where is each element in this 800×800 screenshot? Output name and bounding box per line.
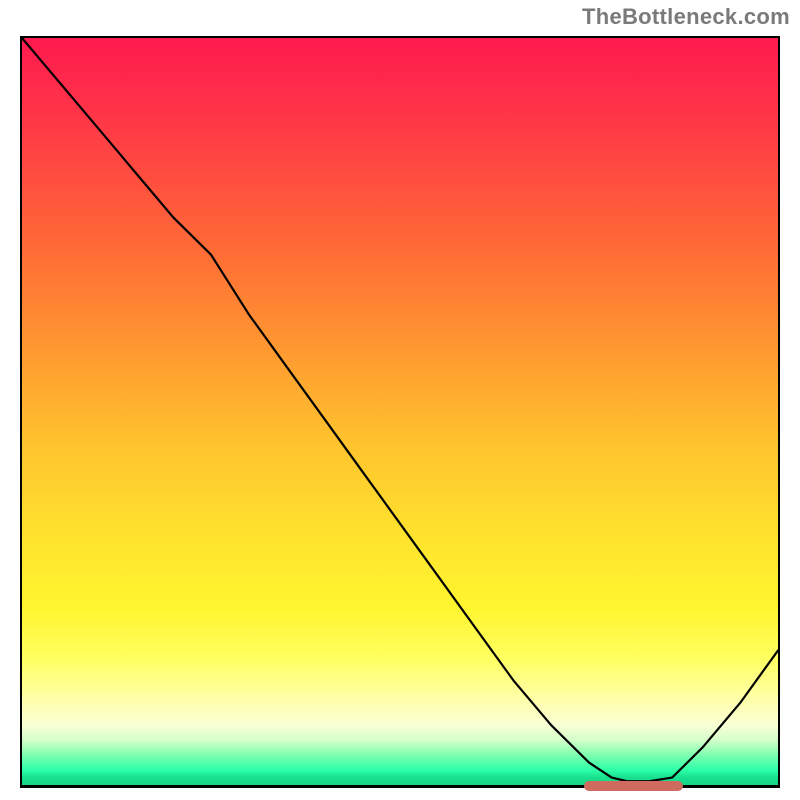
- watermark-text: TheBottleneck.com: [582, 4, 790, 30]
- optimal-range-marker: [584, 781, 683, 791]
- bottleneck-curve: [22, 38, 778, 785]
- plot-area: [20, 36, 780, 788]
